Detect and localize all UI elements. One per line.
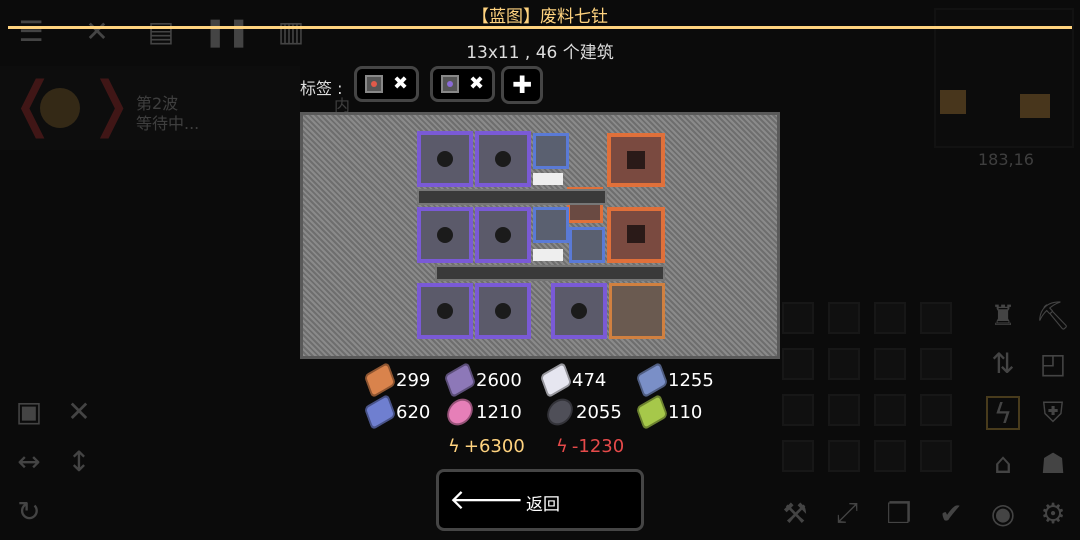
minimap-core-marker — [1020, 94, 1050, 118]
requirement-amount: 2600 — [476, 369, 522, 391]
add-tag-button[interactable]: ✚ — [501, 66, 543, 104]
requirement-amount: 620 — [396, 401, 431, 423]
schematic-image — [417, 131, 667, 343]
block-slot[interactable] — [874, 302, 906, 334]
requirement-amount: 2055 — [576, 401, 622, 423]
hammer-icon[interactable]: ⚒ — [778, 496, 812, 530]
requirement-item: 2055 — [543, 393, 622, 431]
remove-tag-icon[interactable]: ✖ — [393, 75, 408, 93]
generator-block — [475, 283, 531, 339]
plus-icon: ✚ — [511, 71, 533, 99]
sorter-block-icon — [441, 75, 459, 93]
power-category-icon[interactable]: ϟ — [986, 396, 1020, 430]
enemy-unit-icon — [40, 88, 80, 128]
power-consumed-icon: ϟ — [556, 436, 568, 457]
generator-block — [475, 131, 531, 187]
power-consumed: ϟ -1230 — [556, 436, 624, 457]
sorter-block — [533, 173, 563, 185]
generator-block — [475, 207, 531, 263]
flip-vertical-icon[interactable]: ↕ — [62, 444, 96, 478]
block-slot[interactable] — [920, 348, 952, 380]
production-category-icon[interactable]: ⛏ — [1035, 298, 1071, 332]
copy-icon[interactable]: ❐ — [882, 496, 916, 530]
component-block — [569, 227, 605, 263]
title-divider — [8, 26, 1072, 29]
wave-panel: ❬ ❭ 第2波 等待中... — [0, 66, 300, 150]
schematic-preview — [300, 112, 780, 359]
tag-chip-router[interactable]: ✖ — [354, 66, 420, 102]
distribution-category-icon[interactable]: ⇅ — [986, 346, 1020, 380]
requirement-item: 620 — [363, 393, 431, 431]
confirm-icon[interactable]: ✔ — [934, 496, 968, 530]
power-produced-value: +6300 — [463, 436, 525, 457]
flip-horizontal-icon[interactable]: ↔ — [12, 444, 46, 478]
requirement-item: 474 — [539, 361, 607, 399]
generator-block — [417, 131, 473, 187]
block-slot[interactable] — [828, 440, 860, 472]
expand-icon[interactable]: ⤢ — [830, 496, 864, 530]
power-produced-icon: ϟ — [448, 436, 460, 457]
back-button[interactable]: 🡐 返回 — [436, 469, 644, 531]
requirement-amount: 1255 — [668, 369, 714, 391]
block-slot[interactable] — [874, 348, 906, 380]
requirement-item: 110 — [635, 393, 703, 431]
minimap-core-marker — [940, 90, 966, 114]
requirement-amount: 1210 — [476, 401, 522, 423]
block-slot[interactable] — [828, 348, 860, 380]
minimap[interactable] — [934, 8, 1074, 148]
liquid-category-icon[interactable]: ◰ — [1036, 346, 1070, 380]
requirement-amount: 110 — [668, 401, 703, 423]
units-category-icon[interactable]: ☗ — [1036, 446, 1070, 480]
cancel-icon[interactable]: ✕ — [62, 394, 96, 428]
requirement-item: 299 — [363, 361, 431, 399]
block-slot[interactable] — [920, 302, 952, 334]
requirement-item: 1255 — [635, 361, 714, 399]
power-produced: ϟ +6300 — [448, 436, 525, 457]
schematic-size-info: 13x11 , 46 个建筑 — [466, 43, 614, 63]
defense-category-icon[interactable]: ⛨ — [1036, 396, 1070, 430]
router-block-icon — [365, 75, 383, 93]
block-slot[interactable] — [782, 302, 814, 334]
requirement-item: 2600 — [443, 361, 522, 399]
generator-block — [417, 207, 473, 263]
logic-category-icon[interactable]: ⚙ — [1036, 496, 1070, 530]
rotate-icon[interactable]: ↻ — [12, 494, 46, 528]
component-block — [533, 133, 569, 169]
block-slot[interactable] — [874, 394, 906, 426]
requirement-amount: 474 — [572, 369, 607, 391]
block-slot[interactable] — [828, 302, 860, 334]
dialog-title: 【蓝图】废料七钍 — [472, 7, 608, 27]
tags-label: 标签 : — [300, 79, 343, 98]
save-icon[interactable]: ▣ — [12, 394, 46, 428]
component-block — [533, 207, 569, 243]
block-slot[interactable] — [920, 440, 952, 472]
cursor-coords: 183,16 — [978, 150, 1034, 169]
turret-category-icon[interactable]: ♜ — [986, 298, 1020, 332]
tag-chip-sorter[interactable]: ✖ — [430, 66, 496, 102]
generator-block — [551, 283, 607, 339]
conveyor-row — [435, 265, 665, 281]
conveyor-row — [417, 189, 607, 205]
generator-block — [417, 283, 473, 339]
block-slot[interactable] — [828, 394, 860, 426]
reactor-block — [607, 133, 665, 187]
back-button-label: 返回 — [526, 495, 560, 515]
block-slot[interactable] — [782, 394, 814, 426]
reactor-block — [607, 207, 665, 263]
requirement-item: 1210 — [443, 393, 522, 431]
requirement-amount: 299 — [396, 369, 431, 391]
crafting-category-icon[interactable]: ⌂ — [986, 446, 1020, 480]
crafter-block — [609, 283, 665, 339]
block-slot[interactable] — [782, 348, 814, 380]
remove-tag-icon[interactable]: ✖ — [469, 75, 484, 93]
block-slot[interactable] — [920, 394, 952, 426]
wave-status: 等待中... — [136, 114, 200, 133]
power-consumed-value: -1230 — [571, 436, 625, 457]
wave-right-chevron-icon: ❭ — [86, 69, 137, 139]
sorter-block — [533, 249, 563, 261]
effect-category-icon[interactable]: ◉ — [986, 496, 1020, 530]
block-slot[interactable] — [782, 440, 814, 472]
block-slot[interactable] — [874, 440, 906, 472]
